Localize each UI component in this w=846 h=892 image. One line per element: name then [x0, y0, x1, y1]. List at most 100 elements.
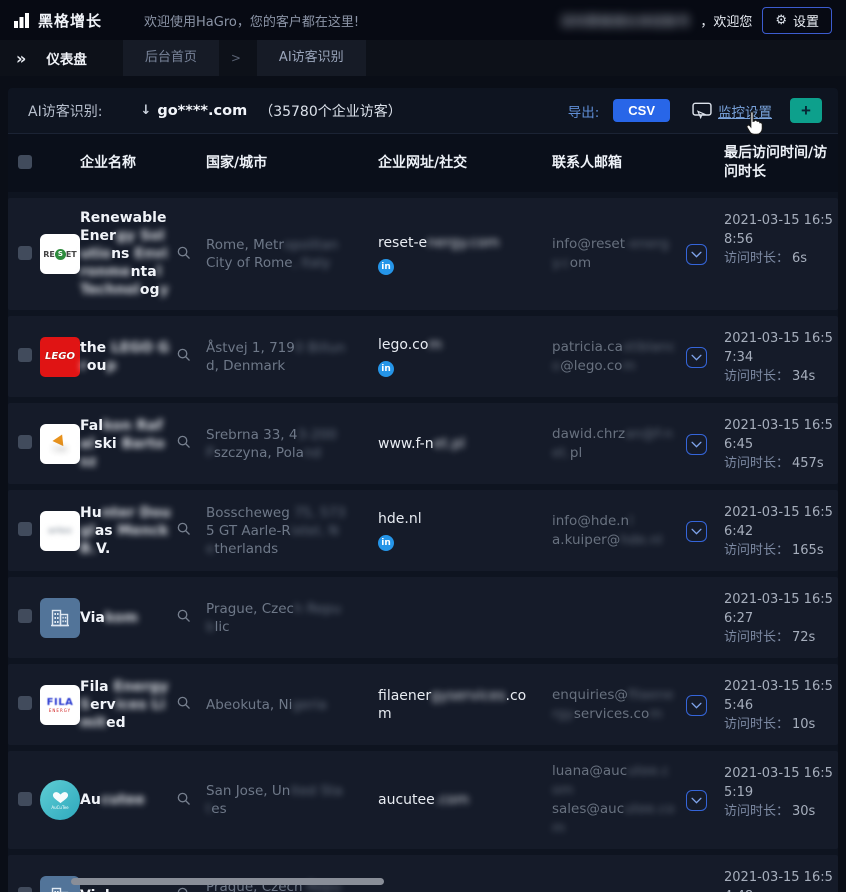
company-location: Prague, Czech Republic [206, 600, 378, 636]
visit-duration: 访问时长：457s [724, 454, 838, 473]
email-expand-button[interactable] [686, 434, 707, 455]
column-header-lastvisit: 最后访问时间/访问时长 [724, 144, 838, 182]
tab-ai-visitor[interactable]: AI访客识别 [257, 40, 366, 76]
visit-duration-value: 165s [792, 543, 824, 558]
settings-label: 设置 [793, 11, 819, 30]
sort-desc-icon[interactable]: ↓ [140, 103, 151, 118]
visit-duration-value: 6s [792, 251, 807, 266]
visit-duration-value: 30s [792, 804, 815, 819]
email-expand-button[interactable] [686, 347, 707, 368]
company-website[interactable]: reset-energy.com [378, 234, 552, 252]
sidebar-item-dashboard[interactable]: 仪表盘 [46, 48, 87, 68]
row-checkbox[interactable] [18, 887, 32, 892]
company-website[interactable]: www.f-net.pl [378, 435, 552, 453]
double-chevron-icon[interactable]: » [0, 49, 30, 68]
email-expand-button[interactable] [686, 790, 707, 811]
monitor-icon [692, 102, 712, 119]
email-expand-button[interactable] [686, 244, 707, 265]
welcome-suffix: ，欢迎您 [700, 11, 752, 30]
company-name: Viakom [80, 887, 176, 892]
company-website[interactable]: filaenergyservices.com [378, 687, 552, 723]
table-row: AuCuTee Aucutee San Jose, United States … [8, 751, 838, 849]
visit-duration: 访问时长：72s [724, 628, 838, 647]
row-checkbox[interactable] [18, 435, 32, 449]
email-expand-button[interactable] [686, 695, 707, 716]
visit-duration-label: 访问时长： [724, 717, 789, 732]
visit-time: 2021-03-15 16:58:56 [724, 211, 838, 249]
company-location: Srebrna 33, 43-200 Pszczyna, Poland [206, 426, 378, 462]
table-row: artex Hunter Douglas Menck B.V. Bosschew… [8, 490, 838, 571]
email-expand-button[interactable] [686, 521, 707, 542]
row-checkbox[interactable] [18, 348, 32, 362]
add-domain-button[interactable]: + [790, 98, 822, 123]
search-icon[interactable] [176, 245, 191, 260]
visit-time: 2021-03-15 16:56:45 [724, 416, 838, 454]
row-checkbox[interactable] [18, 696, 32, 710]
settings-button[interactable]: ⚙ 设置 [762, 7, 832, 34]
search-icon[interactable] [176, 434, 191, 449]
company-logo: FILAENERGY [40, 685, 80, 725]
visit-duration: 访问时长：30s [724, 802, 838, 821]
company-name: the LEGO Group [80, 339, 176, 375]
panel-title: AI访客识别: [28, 101, 102, 121]
ai-visitor-panel: AI访客识别: ↓ go****.com （35780个企业访客） 导出: CS… [8, 88, 838, 892]
search-icon[interactable] [176, 347, 191, 362]
linkedin-icon[interactable]: in [378, 259, 394, 275]
row-checkbox[interactable] [18, 246, 32, 260]
panel-header: AI访客识别: ↓ go****.com （35780个企业访客） 导出: CS… [8, 88, 838, 134]
username-blurred: 深圳黑格增长体验账号 [560, 11, 690, 30]
visit-duration-label: 访问时长： [724, 543, 789, 558]
visit-time: 2021-03-15 16:56:27 [724, 590, 838, 628]
company-name: Falkon Rafalski Bartosz [80, 417, 176, 471]
search-icon[interactable] [176, 791, 191, 806]
horizontal-scrollbar[interactable] [71, 878, 384, 885]
visit-duration: 访问时长：34s [724, 367, 838, 386]
company-emails: dawid.chrzan@f-net.pl [552, 425, 686, 463]
visitor-count: （35780个企业访客） [259, 101, 402, 121]
visit-duration: 访问时长：10s [724, 715, 838, 734]
column-header-email: 联系人邮箱 [552, 154, 686, 173]
company-name: Aucutee [80, 791, 176, 809]
visit-duration-label: 访问时长： [724, 251, 789, 266]
company-name: Renewable Energy Solutions Environmental… [80, 209, 176, 299]
tab-backend-home[interactable]: 后台首页 [123, 40, 219, 76]
table-body: RESET Renewable Energy Solutions Environ… [8, 198, 838, 892]
row-checkbox[interactable] [18, 609, 32, 623]
row-checkbox[interactable] [18, 522, 32, 536]
export-csv-button[interactable]: CSV [613, 99, 670, 122]
linkedin-icon[interactable]: in [378, 535, 394, 551]
company-website[interactable]: hde.nl [378, 510, 552, 528]
select-all-checkbox[interactable] [18, 155, 32, 169]
company-emails: enquiries@filaenergyservices.com [552, 686, 686, 724]
table-row: f.net Falkon Rafalski Bartosz Srebrna 33… [8, 403, 838, 484]
bar-chart-icon [14, 12, 31, 28]
visit-time: 2021-03-15 16:55:19 [724, 764, 838, 802]
visit-duration-value: 10s [792, 717, 815, 732]
table-header-row: 企业名称 国家/城市 企业网址/社交 联系人邮箱 最后访问时间/访问时长 [8, 134, 838, 192]
company-location: Åstvej 1, 7190 Billund, Denmark [206, 339, 378, 375]
company-website[interactable]: aucutee.com [378, 791, 552, 809]
monitor-settings-label: 监控设置 [718, 101, 772, 121]
visit-time: 2021-03-15 16:57:34 [724, 329, 838, 367]
company-emails: info@hde.nla.kuiper@hde.nl [552, 512, 686, 550]
company-name: Fila Energy Services Limited [80, 678, 176, 732]
company-website[interactable]: lego.com [378, 336, 552, 354]
search-icon[interactable] [176, 608, 191, 623]
column-header-company: 企业名称 [80, 154, 176, 173]
visit-duration-label: 访问时长： [724, 369, 789, 384]
visit-duration: 访问时长：165s [724, 541, 838, 560]
column-header-website: 企业网址/社交 [378, 154, 552, 173]
visit-duration-label: 访问时长： [724, 630, 789, 645]
row-checkbox[interactable] [18, 792, 32, 806]
company-logo: artex [40, 511, 80, 551]
search-icon[interactable] [176, 886, 191, 892]
search-icon[interactable] [176, 695, 191, 710]
linkedin-icon[interactable]: in [378, 361, 394, 377]
company-emails: luana@aucutee.comsales@aucutee.com [552, 762, 686, 838]
monitored-domain[interactable]: go****.com [157, 103, 247, 119]
company-location: Abeokuta, Nigeria [206, 696, 378, 714]
visit-duration-label: 访问时长： [724, 456, 789, 471]
company-location: San Jose, United States [206, 782, 378, 818]
monitor-settings-link[interactable]: 监控设置 [692, 101, 772, 121]
search-icon[interactable] [176, 521, 191, 536]
